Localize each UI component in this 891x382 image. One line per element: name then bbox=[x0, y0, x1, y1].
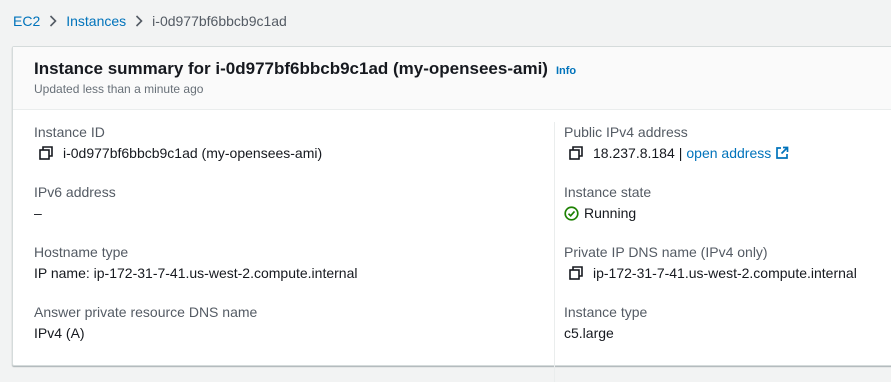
answer-dns-label: Answer private resource DNS name bbox=[34, 304, 258, 320]
ipv6-value: – bbox=[34, 205, 42, 221]
instance-state-label: Instance state bbox=[564, 184, 652, 200]
copy-icon[interactable] bbox=[39, 146, 53, 160]
hostname-type-label: Hostname type bbox=[34, 244, 129, 260]
check-circle-icon bbox=[564, 205, 579, 221]
last-updated-text: Updated less than a minute ago bbox=[34, 82, 204, 96]
public-ipv4-label: Public IPv4 address bbox=[564, 124, 688, 140]
ipv6-label: IPv6 address bbox=[34, 184, 116, 200]
instance-id-label: Instance ID bbox=[34, 124, 105, 140]
chevron-right-icon bbox=[126, 15, 152, 27]
page-title: Instance summary for i-0d977bf6bbcb9c1ad… bbox=[34, 59, 548, 78]
instance-id-value: i-0d977bf6bbcb9c1ad (my-opensees-ami) bbox=[63, 145, 323, 161]
info-link[interactable]: Info bbox=[556, 65, 576, 77]
copy-icon[interactable] bbox=[569, 146, 583, 160]
answer-dns-value: IPv4 (A) bbox=[34, 325, 85, 341]
instance-type-field: Instance type c5.large bbox=[564, 302, 647, 344]
panel-header: Instance summary for i-0d977bf6bbcb9c1ad… bbox=[13, 47, 891, 110]
private-dns-label: Private IP DNS name (IPv4 only) bbox=[564, 244, 768, 260]
public-ipv4-field: Public IPv4 address 18.237.8.184 | open … bbox=[564, 122, 789, 164]
public-ipv4-value: 18.237.8.184 bbox=[593, 145, 675, 161]
answer-dns-field: Answer private resource DNS name IPv4 (A… bbox=[34, 302, 257, 344]
private-dns-field: Private IP DNS name (IPv4 only) ip-172-3… bbox=[564, 242, 857, 284]
ipv6-field: IPv6 address – bbox=[34, 182, 116, 224]
instance-type-label: Instance type bbox=[564, 304, 648, 320]
hostname-type-value: IP name: ip-172-31-7-41.us-west-2.comput… bbox=[34, 265, 358, 281]
instance-type-value: c5.large bbox=[564, 325, 614, 341]
breadcrumb-current-instance: i-0d977bf6bbcb9c1ad bbox=[152, 13, 287, 29]
breadcrumb-instances[interactable]: Instances bbox=[66, 13, 126, 29]
open-address-link[interactable]: open address bbox=[686, 142, 771, 164]
chevron-right-icon bbox=[40, 15, 66, 27]
private-dns-value: ip-172-31-7-41.us-west-2.compute.interna… bbox=[593, 265, 857, 281]
hostname-type-field: Hostname type IP name: ip-172-31-7-41.us… bbox=[34, 242, 357, 284]
instance-summary-panel: Instance summary for i-0d977bf6bbcb9c1ad… bbox=[12, 46, 891, 382]
value-separator: | bbox=[678, 145, 683, 161]
copy-icon[interactable] bbox=[569, 266, 583, 280]
external-link-icon[interactable] bbox=[775, 146, 789, 160]
title-row: Instance summary for i-0d977bf6bbcb9c1ad… bbox=[34, 59, 576, 79]
instance-state-field: Instance state Running bbox=[564, 182, 651, 224]
breadcrumb: EC2 Instances i-0d977bf6bbcb9c1ad bbox=[13, 11, 287, 31]
instance-state-value: Running bbox=[584, 205, 637, 221]
column-divider bbox=[554, 122, 555, 382]
breadcrumb-ec2[interactable]: EC2 bbox=[13, 13, 40, 29]
instance-id-field: Instance ID i-0d977bf6bbcb9c1ad (my-open… bbox=[34, 122, 322, 164]
